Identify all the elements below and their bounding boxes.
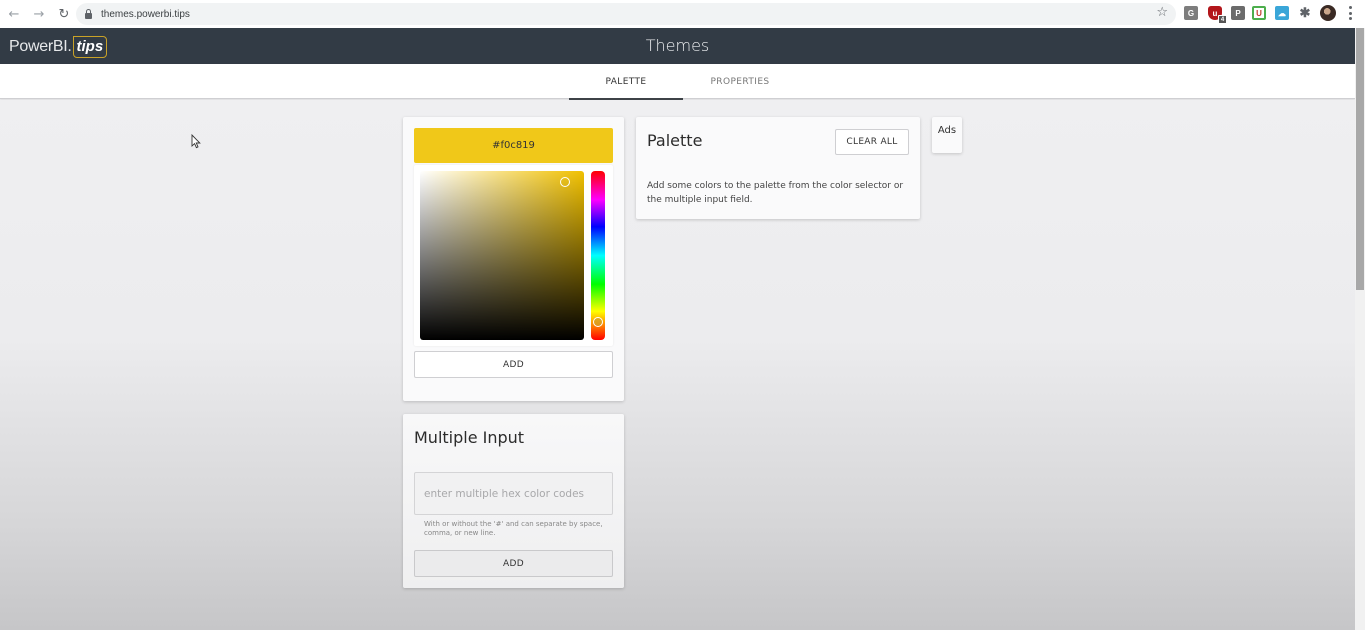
forward-button[interactable]: → bbox=[28, 3, 50, 25]
tab-bar: PALETTE PROPERTIES bbox=[0, 64, 1355, 100]
pocket-extension-icon[interactable]: P bbox=[1231, 6, 1245, 20]
app-header: PowerBI. tips Themes bbox=[0, 28, 1355, 64]
hue-handle[interactable] bbox=[593, 317, 603, 327]
grammarly-extension-icon[interactable]: G bbox=[1184, 6, 1198, 20]
saturation-value-area[interactable] bbox=[420, 171, 584, 340]
lock-icon bbox=[85, 9, 92, 19]
color-picker-card: #f0c819 ADD bbox=[403, 117, 624, 401]
shield-extension-icon[interactable]: u 4 bbox=[1208, 6, 1227, 24]
hex-codes-input[interactable] bbox=[414, 472, 613, 515]
scrollbar-thumb[interactable] bbox=[1356, 28, 1364, 290]
ads-label: Ads bbox=[937, 125, 957, 136]
add-color-button[interactable]: ADD bbox=[414, 351, 613, 378]
puzzle-extensions-icon[interactable]: ✱ bbox=[1298, 5, 1312, 20]
color-swatch: #f0c819 bbox=[414, 128, 613, 163]
profile-avatar[interactable] bbox=[1320, 5, 1336, 21]
reload-icon: ↻ bbox=[58, 6, 70, 22]
tab-palette[interactable]: PALETTE bbox=[569, 64, 683, 100]
multiple-input-card: Multiple Input With or without the '#' a… bbox=[403, 414, 624, 588]
ads-box: Ads bbox=[932, 117, 962, 153]
hex-value: #f0c819 bbox=[492, 140, 535, 151]
multiple-input-title: Multiple Input bbox=[414, 428, 525, 447]
palette-title: Palette bbox=[647, 131, 703, 150]
tab-properties[interactable]: PROPERTIES bbox=[683, 64, 797, 99]
mouse-cursor-icon bbox=[191, 134, 201, 149]
bookmark-star-icon[interactable]: ☆ bbox=[1156, 5, 1168, 20]
clear-all-button[interactable]: CLEAR ALL bbox=[835, 129, 909, 155]
arrow-left-icon: ← bbox=[8, 6, 20, 22]
page-title: Themes bbox=[645, 36, 710, 55]
back-button[interactable]: ← bbox=[3, 3, 25, 25]
reload-button[interactable]: ↻ bbox=[53, 3, 75, 25]
add-multiple-button[interactable]: ADD bbox=[414, 550, 613, 577]
cloud-extension-icon[interactable]: ☁ bbox=[1275, 6, 1289, 20]
palette-card: Palette CLEAR ALL Add some colors to the… bbox=[636, 117, 920, 219]
arrow-right-icon: → bbox=[33, 6, 45, 22]
color-picker bbox=[414, 165, 613, 346]
browser-menu-icon[interactable] bbox=[1348, 6, 1352, 20]
browser-toolbar: ← → ↻ themes.powerbi.tips ☆ G u 4 P U ☁ … bbox=[0, 0, 1365, 28]
palette-empty-message: Add some colors to the palette from the … bbox=[647, 181, 904, 205]
shield-extension-label: u bbox=[1212, 8, 1218, 18]
multiple-input-help: With or without the '#' and can separate… bbox=[424, 520, 603, 537]
page-scrollbar[interactable] bbox=[1355, 28, 1365, 630]
url-text: themes.powerbi.tips bbox=[101, 8, 190, 20]
hue-slider[interactable] bbox=[591, 171, 605, 340]
extension-badge: 4 bbox=[1218, 15, 1227, 24]
address-bar[interactable]: themes.powerbi.tips ☆ bbox=[76, 3, 1176, 25]
saturation-handle[interactable] bbox=[560, 177, 570, 187]
calendar-extension-icon[interactable]: U bbox=[1252, 6, 1266, 20]
